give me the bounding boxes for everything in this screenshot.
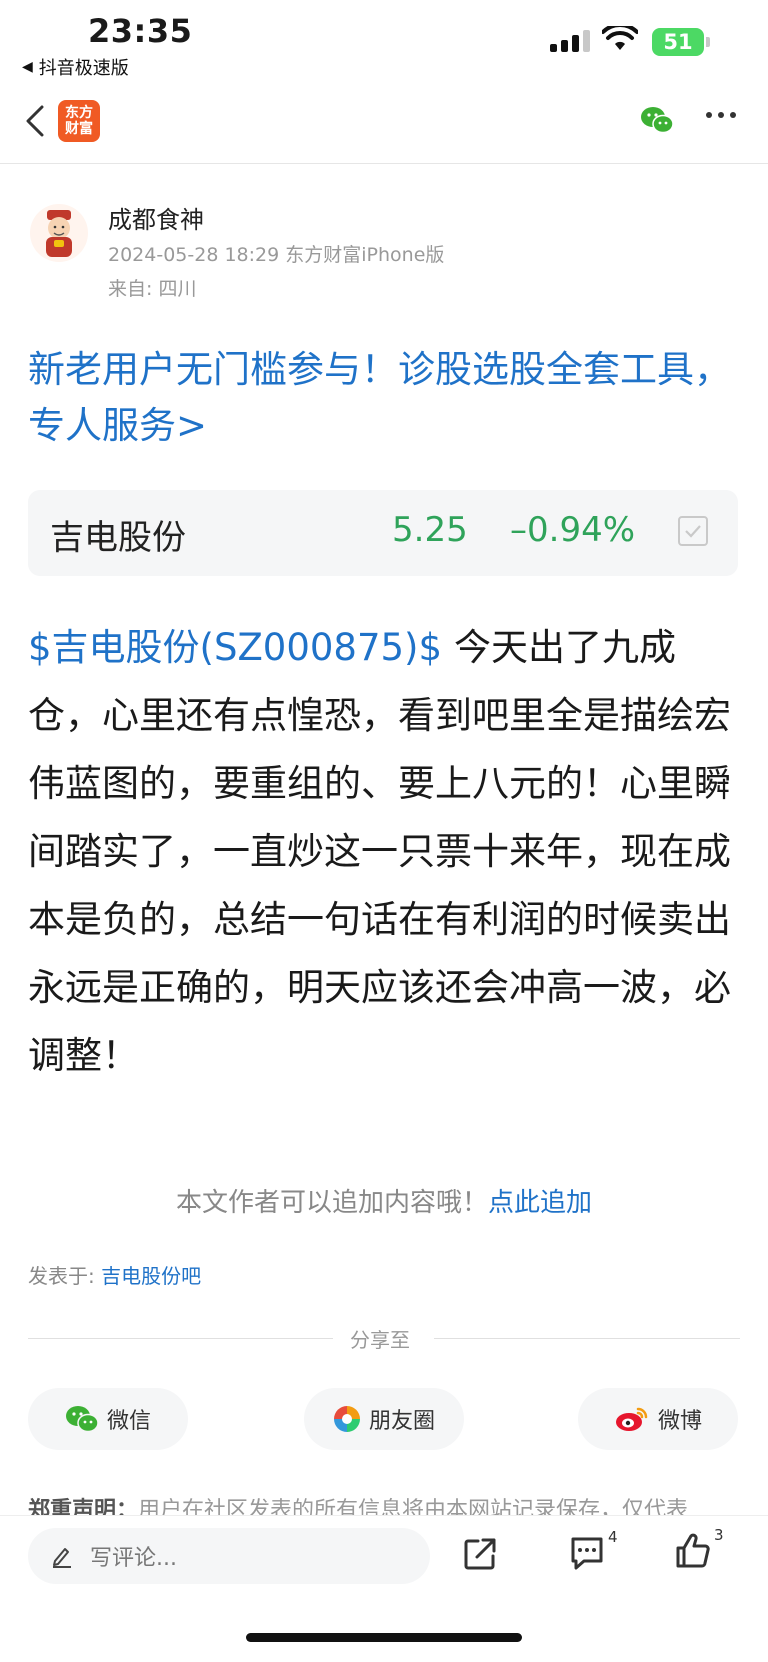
disclaimer: 郑重声明：用户在社区发表的所有信息将由本网站记录保存，仅代表 — [28, 1496, 748, 1518]
watchlist-checkbox-icon[interactable] — [678, 516, 708, 546]
comment-placeholder: 写评论... — [90, 1546, 177, 1571]
stock-change-percent: –0.94% — [510, 510, 636, 550]
battery-cap — [706, 37, 710, 47]
thumbs-up-icon — [676, 1533, 710, 1568]
god-of-wealth-avatar-icon — [46, 210, 72, 257]
pencil-icon — [53, 1548, 71, 1568]
append-hint-text: 本文作者可以追加内容哦！ — [175, 1188, 488, 1218]
share-weibo-label: 微博 — [657, 1409, 702, 1434]
disclaimer-text: 用户在社区发表的所有信息将由本网站记录保存，仅代表 — [138, 1498, 689, 1518]
moments-icon — [333, 1406, 360, 1432]
comment-input[interactable]: 写评论... — [28, 1528, 430, 1584]
logo-line-2: 财富 — [65, 121, 93, 137]
stock-name: 吉电股份 — [50, 518, 186, 558]
author-location: 来自: 四川 — [108, 278, 197, 300]
wifi-icon — [602, 26, 638, 50]
share-weibo-button[interactable]: 微博 — [578, 1388, 738, 1450]
battery-level: 51 — [663, 30, 693, 54]
back-app-label: 抖音极速版 — [38, 58, 129, 79]
back-triangle-icon: ◀ — [22, 59, 33, 75]
wechat-icon — [65, 1406, 99, 1433]
battery-icon: 51 — [652, 28, 704, 56]
logo-line-1: 东方 — [65, 105, 93, 121]
cellular-signal-icon — [550, 30, 590, 52]
post-content: $吉电股份(SZ000875)$ 今天出了九成仓，心里还有点惶恐，看到吧里全是描绘… — [28, 614, 740, 1090]
disclaimer-label: 郑重声明： — [28, 1498, 139, 1518]
post-timestamp-source: 2024-05-28 18:29 东方财富iPhone版 — [108, 244, 445, 266]
back-arrow-icon[interactable] — [24, 104, 46, 138]
posted-in: 发表于: 吉电股份吧 — [28, 1260, 201, 1289]
append-hint: 本文作者可以追加内容哦！点此追加 — [0, 1182, 768, 1219]
forum-link[interactable]: 吉电股份吧 — [101, 1264, 201, 1288]
like-button[interactable]: 3 — [674, 1526, 724, 1570]
eastmoney-logo[interactable]: 东方 财富 — [58, 100, 100, 142]
stock-tag-link[interactable]: $吉电股份(SZ000875)$ — [28, 626, 442, 669]
post-body-text: 今天出了九成仓，心里还有点惶恐，看到吧里全是描绘宏伟蓝图的，要重组的、要上八元的… — [28, 626, 731, 1077]
stock-price: 5.25 — [392, 510, 468, 550]
comment-count-badge: 4 — [608, 1528, 618, 1546]
comment-bubble-icon — [571, 1537, 603, 1570]
comments-button[interactable]: 4 — [568, 1528, 618, 1572]
posted-in-label: 发表于: — [28, 1264, 102, 1288]
share-moments-button[interactable]: 朋友圈 — [304, 1388, 464, 1450]
weibo-icon — [615, 1407, 648, 1431]
share-external-icon[interactable] — [462, 1536, 498, 1572]
nav-divider — [0, 163, 768, 164]
promo-link[interactable]: 新老用户无门槛参与！诊股选股全套工具，专人服务> — [28, 342, 738, 454]
back-to-app-link[interactable]: ◀ 抖音极速版 — [22, 54, 129, 80]
share-moments-label: 朋友圈 — [368, 1409, 435, 1434]
share-wechat-label: 微信 — [106, 1409, 151, 1434]
share-divider-left — [28, 1338, 333, 1339]
status-time: 23:35 — [88, 12, 193, 50]
author-name[interactable]: 成都食神 — [108, 200, 204, 235]
append-link[interactable]: 点此追加 — [488, 1188, 592, 1218]
share-divider-right — [434, 1338, 740, 1339]
like-count-badge: 3 — [714, 1526, 724, 1544]
wechat-share-icon[interactable] — [640, 106, 674, 134]
share-wechat-button[interactable]: 微信 — [28, 1388, 188, 1450]
more-options-icon[interactable] — [706, 112, 736, 118]
share-label: 分享至 — [350, 1328, 410, 1352]
home-indicator[interactable] — [246, 1633, 522, 1642]
avatar[interactable] — [30, 204, 88, 262]
